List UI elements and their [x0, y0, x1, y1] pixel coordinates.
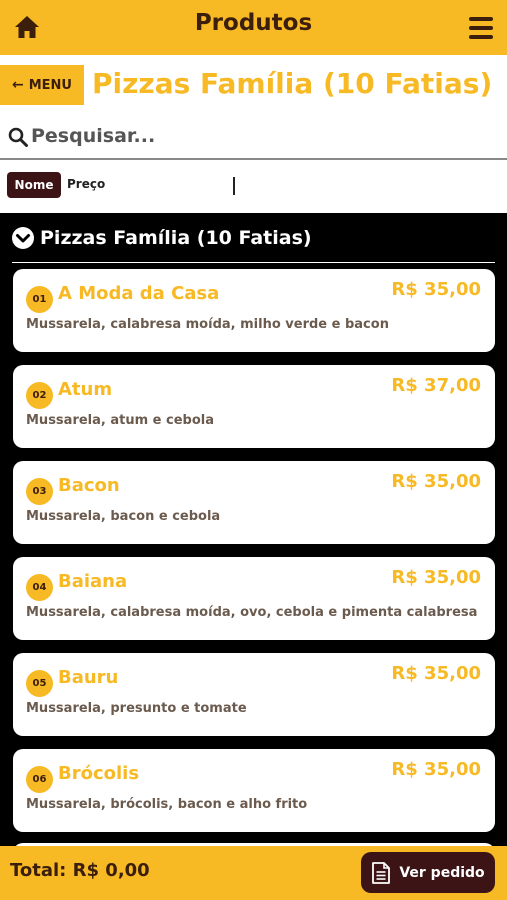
back-to-menu-button[interactable]: ← MENU: [0, 65, 84, 105]
hamburger-line: [469, 26, 493, 30]
product-name: Bacon: [58, 475, 120, 496]
category-bar: ← MENU Pizzas Família (10 Fatias): [0, 55, 507, 112]
product-description: Mussarela, presunto e tomate: [26, 701, 247, 716]
search-bar: [0, 112, 507, 160]
product-price: R$ 37,00: [391, 375, 481, 396]
document-icon: [372, 861, 391, 884]
product-card[interactable]: 05 Bauru R$ 35,00 Mussarela, presunto e …: [13, 653, 495, 736]
divider: [12, 262, 495, 263]
item-number-badge: 03: [26, 478, 53, 505]
top-bar: Produtos: [0, 0, 507, 55]
product-price: R$ 35,00: [391, 567, 481, 588]
chevron-down-icon: [12, 227, 34, 249]
item-number-badge: 04: [26, 574, 53, 601]
item-number-badge: 05: [26, 670, 53, 697]
hamburger-icon[interactable]: [469, 17, 493, 39]
product-price: R$ 35,00: [391, 663, 481, 684]
category-title: Pizzas Família (10 Fatias): [92, 67, 493, 100]
product-name: Bauru: [58, 667, 119, 688]
product-card[interactable]: 03 Bacon R$ 35,00 Mussarela, bacon e ceb…: [13, 461, 495, 544]
sort-by-name-button[interactable]: Nome: [7, 172, 61, 198]
arrow-left-icon: ←: [12, 77, 24, 93]
product-name: Baiana: [58, 571, 128, 592]
search-icon: [8, 127, 28, 147]
product-price: R$ 35,00: [391, 759, 481, 780]
product-name: Atum: [58, 379, 113, 400]
product-card[interactable]: 04 Baiana R$ 35,00 Mussarela, calabresa …: [13, 557, 495, 640]
product-list: Pizzas Família (10 Fatias) 01 A Moda da …: [0, 213, 507, 846]
sort-bar: Nome Preço: [0, 160, 507, 213]
product-description: Mussarela, calabresa moída, milho verde …: [26, 317, 389, 332]
view-order-button[interactable]: Ver pedido: [361, 852, 495, 893]
page-title: Produtos: [194, 10, 313, 36]
product-card[interactable]: 06 Brócolis R$ 35,00 Mussarela, brócolis…: [13, 749, 495, 832]
item-number-badge: 01: [26, 286, 53, 313]
product-description: Mussarela, bacon e cebola: [26, 509, 221, 524]
search-input[interactable]: [31, 122, 491, 150]
product-name: A Moda da Casa: [58, 283, 220, 304]
product-card[interactable]: 01 A Moda da Casa R$ 35,00 Mussarela, ca…: [13, 269, 495, 352]
view-order-label: Ver pedido: [399, 864, 485, 881]
product-description: Mussarela, brócolis, bacon e alho frito: [26, 797, 308, 812]
text-cursor: [233, 177, 235, 195]
cart-footer: Total: R$ 0,00 Ver pedido: [0, 846, 507, 900]
section-title: Pizzas Família (10 Fatias): [40, 227, 312, 249]
item-number-badge: 02: [26, 382, 53, 409]
hamburger-line: [469, 17, 493, 21]
section-header[interactable]: Pizzas Família (10 Fatias): [12, 227, 312, 249]
product-name: Brócolis: [58, 763, 140, 784]
product-price: R$ 35,00: [391, 471, 481, 492]
product-card[interactable]: 02 Atum R$ 37,00 Mussarela, atum e cebol…: [13, 365, 495, 448]
product-price: R$ 35,00: [391, 279, 481, 300]
cart-total: Total: R$ 0,00: [10, 860, 150, 881]
hamburger-line: [469, 35, 493, 39]
sort-by-price-button[interactable]: Preço: [67, 177, 105, 191]
product-description: Mussarela, atum e cebola: [26, 413, 215, 428]
item-number-badge: 06: [26, 766, 53, 793]
product-description: Mussarela, calabresa moída, ovo, cebola …: [26, 605, 478, 620]
menu-button-label: MENU: [28, 77, 72, 93]
